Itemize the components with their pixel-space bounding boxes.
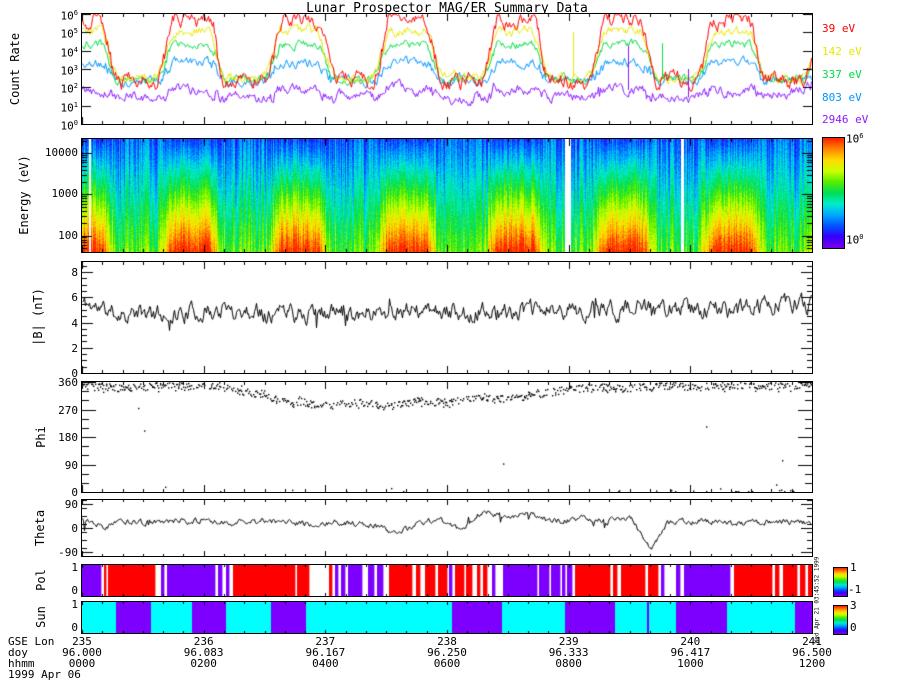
x-tick-label: 238 (437, 635, 457, 648)
y-tick-label: 100 (58, 228, 78, 242)
sun-panel (81, 601, 813, 634)
x-tick-label: 1000 (677, 657, 704, 670)
spectrogram-canvas (82, 139, 812, 252)
legend-entry: 39 eV (822, 22, 856, 35)
pol-colorbar-label: -1 (848, 583, 862, 596)
x-tick-label: 96.083 (183, 646, 224, 659)
bmag-panel (81, 261, 813, 374)
x-tick-label: 96.333 (548, 646, 589, 659)
legend-entry: 803 eV (822, 91, 862, 104)
x-tick-label: 96.250 (427, 646, 467, 659)
x-tick-label: 0200 (190, 657, 217, 670)
sun-colorbar (833, 605, 848, 635)
theta-panel (81, 499, 813, 557)
sun-colorbar-label: 3 (850, 599, 857, 612)
x-tick-label: 235 (72, 635, 92, 648)
x-tick-label: 96.417 (670, 646, 711, 659)
y-tick-label: -90 (58, 546, 78, 559)
count-rate-canvas (82, 14, 812, 124)
y-tick-label: 90 (64, 458, 78, 472)
pol-colorbar (833, 567, 848, 597)
ylabel-energy: Energy (eV) (17, 155, 31, 235)
x-tick-label: 96.500 (792, 646, 832, 659)
spectrogram-colorbar (822, 137, 845, 249)
y-tick-label: 10000 (44, 146, 78, 160)
figure-container: Lunar Prospector MAG/ER Summary Data Cou… (0, 0, 900, 700)
x-tick-label: 240 (680, 635, 701, 648)
colorbar-label: 106 (846, 132, 864, 146)
x-axis-date: 1999 Apr 06 (8, 668, 81, 681)
sun-canvas (82, 602, 812, 633)
x-tick-label: 1200 (798, 657, 826, 670)
y-tick-label: 360 (58, 376, 78, 389)
x-tick-label: 0600 (433, 657, 461, 670)
x-tick-label: 0400 (312, 657, 339, 670)
phi-canvas (82, 382, 812, 492)
ylabel-theta: Theta (33, 509, 47, 547)
y-tick-label: 270 (58, 403, 78, 417)
x-tick-label: 96.167 (305, 646, 346, 659)
legend-entry: 142 eV (822, 45, 862, 58)
count-rate-panel (81, 13, 813, 125)
legend-entry: 337 eV (822, 68, 862, 81)
pol-colorbar-label: 1 (850, 561, 857, 574)
ylabel-pol: Pol (34, 569, 48, 591)
legend-entry: 2946 eV (822, 113, 869, 126)
y-tick-label: 106 (60, 9, 78, 23)
theta-canvas (82, 500, 812, 556)
sun-colorbar-label: 0 (850, 621, 857, 634)
x-tick-label: 237 (315, 635, 336, 648)
y-tick-label: 8 (71, 266, 78, 280)
x-tick-label: 0800 (555, 657, 582, 670)
energy-spectrogram-panel (81, 138, 813, 253)
plot-timestamp: Wed Apr 21 03:45:52 1999 (813, 556, 821, 644)
spectrogram-colorbar-canvas (823, 138, 844, 248)
x-tick-label: 0000 (68, 657, 96, 670)
y-tick-label: 0 (71, 367, 78, 380)
x-tick-label: 236 (193, 635, 214, 648)
ylabel-bmag: |B| (nT) (31, 288, 45, 346)
ylabel-sun: Sun (34, 606, 48, 628)
x-axis-row-label: doy (8, 646, 28, 659)
y-tick-label: 1000 (51, 187, 79, 201)
ylabel-count-rate: Count Rate (8, 32, 22, 106)
pol-canvas (82, 565, 812, 596)
x-tick-label: 239 (558, 635, 579, 648)
x-tick-label: 96.000 (62, 646, 102, 659)
pol-panel (81, 564, 813, 597)
y-tick-label: 100 (60, 119, 78, 133)
sun-colorbar-canvas (834, 606, 847, 634)
x-axis-row-label: GSE Lon (8, 635, 55, 648)
y-tick-label: 0 (71, 486, 78, 499)
bmag-canvas (82, 262, 812, 373)
x-axis-row-label: hhmm (8, 657, 35, 670)
phi-panel (81, 381, 813, 493)
pol-colorbar-canvas (834, 568, 847, 596)
ylabel-phi: Phi (34, 426, 48, 448)
colorbar-label: 100 (846, 233, 864, 247)
